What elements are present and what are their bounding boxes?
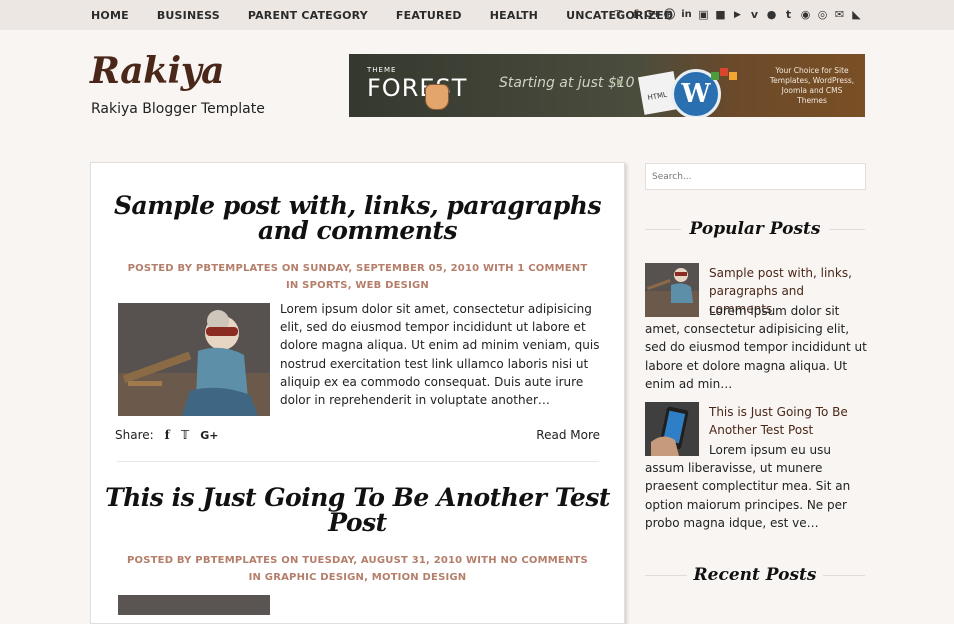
social-icons: 𝕋 f G+ Ⓟ in ▣ ■ ▶ v ● t ◉ ◎ ✉ ◣ [610, 0, 865, 30]
post-meta-author-date[interactable]: POSTED BY PBTEMPLATES ON SUNDAY, SEPTEMB… [91, 260, 624, 277]
linkedin-icon[interactable]: in [678, 0, 695, 30]
site-logo[interactable]: Rakiya [90, 50, 224, 92]
post-title[interactable]: This is Just Going To Be Another Test Po… [91, 485, 624, 535]
facebook-icon[interactable]: f [627, 0, 644, 30]
child-with-airplane-image [118, 303, 270, 416]
popular-post-snippet: Lorem ipsum dolor sit amet, consectetur … [645, 304, 867, 391]
nav-item-business[interactable]: BUSINESS [157, 9, 220, 22]
share-label: Share: [115, 428, 154, 442]
popular-post-title[interactable]: This is Just Going To Be Another Test Po… [709, 403, 869, 439]
site-tagline: Rakiya Blogger Template [91, 101, 265, 117]
nav-item-home[interactable]: HOME [91, 9, 129, 22]
email-icon[interactable]: ✉ [831, 0, 848, 30]
nav-item-featured[interactable]: FEATURED [396, 9, 462, 22]
pointer-hand-icon [425, 84, 449, 110]
instagram-icon[interactable]: ▣ [695, 0, 712, 30]
twitter-share-icon[interactable]: 𝕋 [181, 428, 189, 442]
post-thumbnail[interactable] [118, 303, 270, 416]
post-meta-author-date[interactable]: POSTED BY PBTEMPLATES ON TUESDAY, AUGUST… [91, 552, 624, 569]
post-thumbnail[interactable] [118, 595, 270, 615]
rss-icon[interactable]: ◣ [848, 0, 865, 30]
main-posts-column: Sample post with, links, paragraphs and … [90, 162, 625, 624]
flickr-icon[interactable]: ■ [712, 0, 729, 30]
vimeo-icon[interactable]: v [746, 0, 763, 30]
arrow-right-icon [617, 78, 623, 86]
twitter-icon[interactable]: 𝕋 [610, 0, 627, 30]
post-excerpt: Lorem ipsum dolor sit amet, consectetur … [280, 302, 600, 408]
banner-headline: Starting at just $10 [499, 75, 635, 91]
top-navigation: HOME BUSINESS PARENT CATEGORY FEATURED H… [0, 0, 954, 30]
themeforest-logo: THEME FOREST [367, 66, 468, 102]
google-plus-icon[interactable]: G+ [644, 0, 661, 30]
nav-item-parent-category[interactable]: PARENT CATEGORY [248, 9, 368, 22]
google-plus-share-icon[interactable]: G+ [200, 429, 218, 442]
youtube-icon[interactable]: ▶ [729, 0, 746, 30]
joomla-icon [711, 68, 737, 80]
search-input[interactable] [646, 164, 852, 190]
search-box[interactable] [645, 163, 866, 190]
reddit-icon[interactable]: ◉ [797, 0, 814, 30]
dribbble-icon[interactable]: ◎ [814, 0, 831, 30]
share-bar: Share: f 𝕋 G+ [115, 428, 218, 442]
post-meta: POSTED BY PBTEMPLATES ON SUNDAY, SEPTEMB… [91, 260, 624, 294]
pinterest-icon[interactable]: Ⓟ [661, 0, 678, 30]
github-icon[interactable]: ● [763, 0, 780, 30]
recent-posts-heading: Recent Posts [645, 560, 865, 590]
facebook-share-icon[interactable]: f [165, 428, 170, 442]
post-meta: POSTED BY PBTEMPLATES ON TUESDAY, AUGUST… [91, 552, 624, 586]
post-meta-categories[interactable]: IN GRAPHIC DESIGN, MOTION DESIGN [91, 569, 624, 586]
post-title[interactable]: Sample post with, links, paragraphs and … [91, 193, 624, 243]
post-meta-categories[interactable]: IN SPORTS, WEB DESIGN [91, 277, 624, 294]
nav-item-health[interactable]: HEALTH [490, 9, 538, 22]
post-divider [117, 461, 599, 462]
banner-side-text: Your Choice for Site Templates, WordPres… [769, 66, 855, 105]
advertisement-banner[interactable]: THEME FOREST Starting at just $10 HTML W… [349, 54, 865, 117]
tumblr-icon[interactable]: t [780, 0, 797, 30]
read-more-link[interactable]: Read More [536, 428, 600, 442]
popular-post-snippet: Lorem ipsum eu usu assum liberavisse, ut… [645, 443, 851, 530]
popular-posts-heading: Popular Posts [645, 214, 865, 244]
